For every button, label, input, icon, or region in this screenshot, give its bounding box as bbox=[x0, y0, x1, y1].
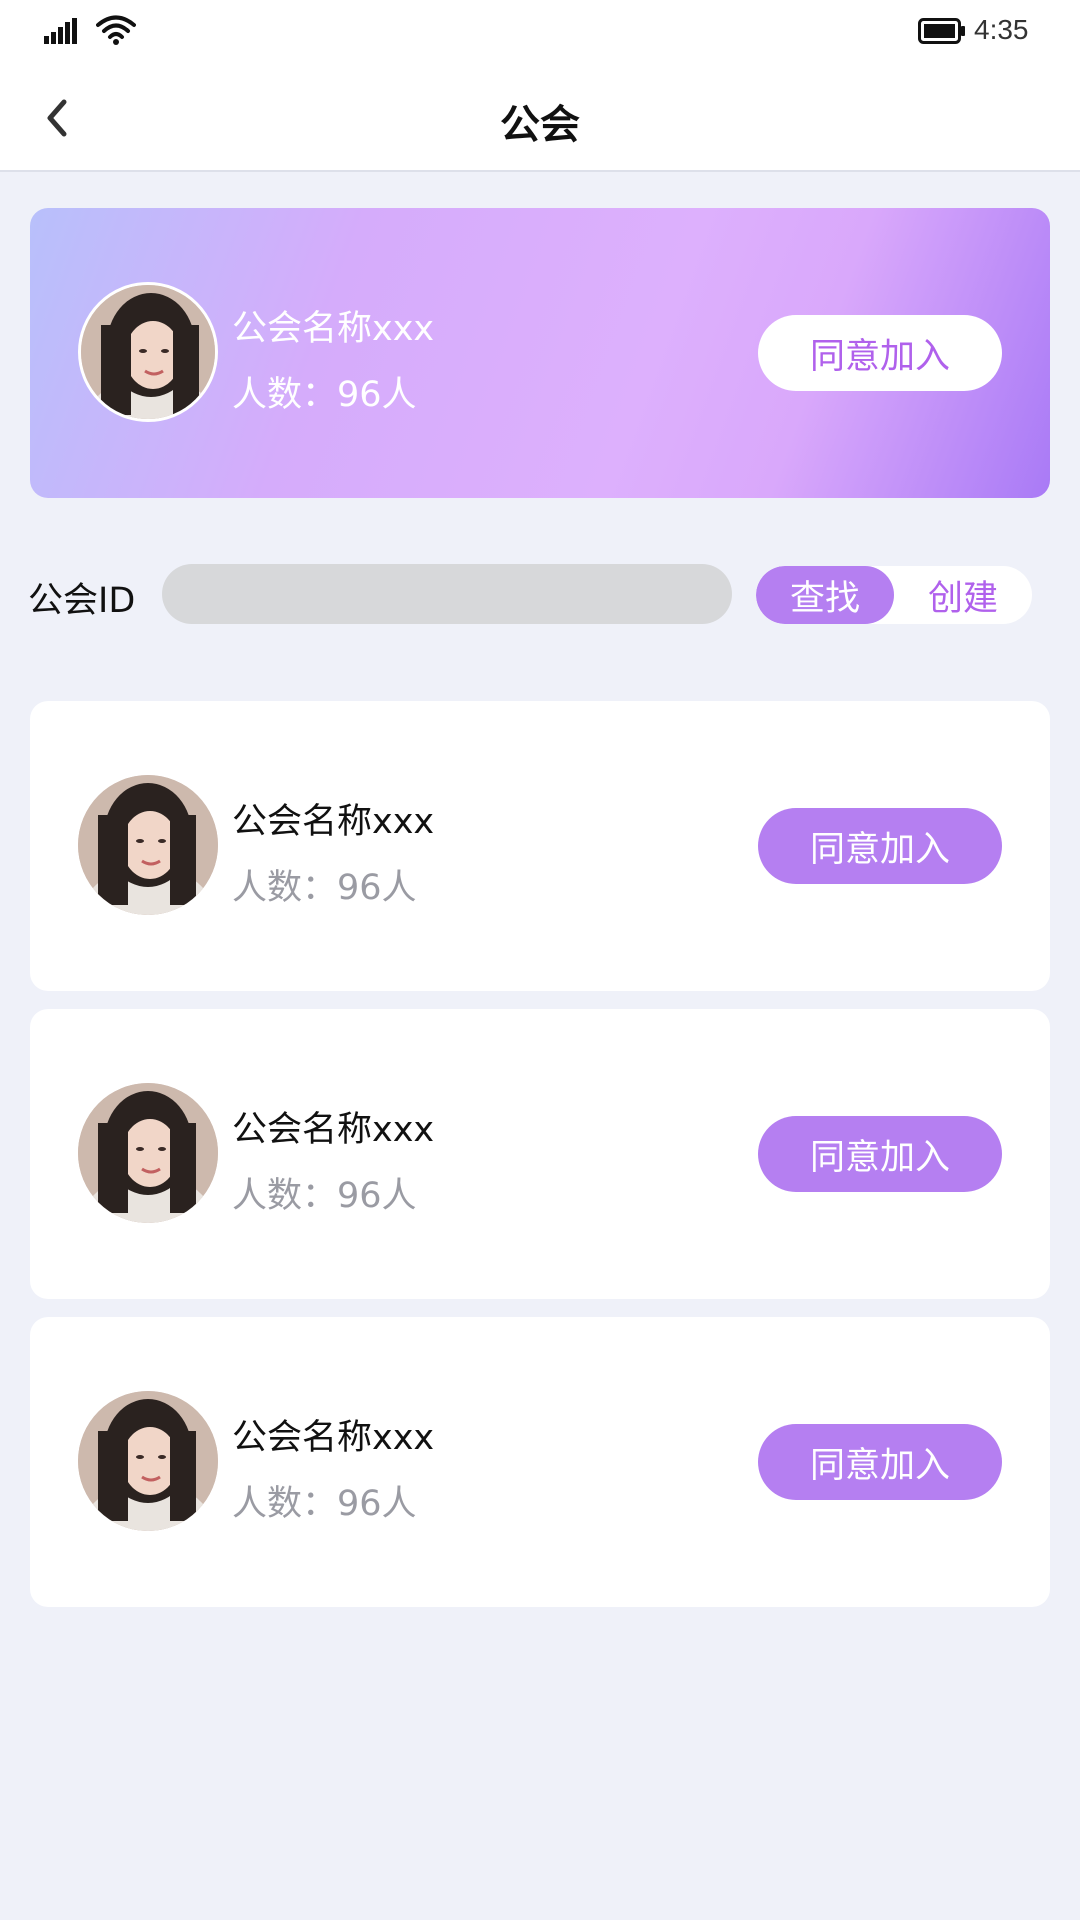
list-item: 公会名称xxx 人数：96人 同意加入 bbox=[30, 701, 1050, 991]
invite-card: 公会名称xxx 人数：96人 同意加入 bbox=[30, 208, 1050, 498]
search-button[interactable]: 查找 bbox=[756, 566, 894, 624]
create-button[interactable]: 创建 bbox=[894, 566, 1032, 624]
signal-icon bbox=[44, 18, 77, 44]
guild-name: 公会名称xxx bbox=[232, 802, 435, 842]
member-count: 人数：96人 bbox=[232, 375, 417, 415]
join-button[interactable]: 同意加入 bbox=[758, 808, 1002, 884]
guild-name: 公会名称xxx bbox=[232, 309, 435, 349]
status-bar: 4:35 bbox=[0, 0, 1080, 64]
member-count: 人数：96人 bbox=[232, 1176, 417, 1216]
page-title: 公会 bbox=[500, 102, 580, 148]
nav-bar: 公会 bbox=[0, 64, 1080, 172]
guild-name: 公会名称xxx bbox=[232, 1418, 435, 1458]
battery-icon bbox=[918, 18, 965, 44]
avatar bbox=[78, 282, 218, 422]
list-item: 公会名称xxx 人数：96人 同意加入 bbox=[30, 1009, 1050, 1299]
member-count: 人数：96人 bbox=[232, 1484, 417, 1524]
join-button[interactable]: 同意加入 bbox=[758, 1424, 1002, 1500]
list-item: 公会名称xxx 人数：96人 同意加入 bbox=[30, 1317, 1050, 1607]
avatar bbox=[78, 775, 218, 915]
search-row: 公会ID 查找 创建 bbox=[0, 560, 1080, 630]
wifi-icon bbox=[96, 15, 136, 45]
avatar bbox=[78, 1391, 218, 1531]
guild-id-label: 公会ID bbox=[28, 581, 136, 621]
action-segment: 查找 创建 bbox=[756, 566, 1032, 624]
member-count: 人数：96人 bbox=[232, 868, 417, 908]
guild-id-input[interactable] bbox=[162, 564, 732, 624]
join-button[interactable]: 同意加入 bbox=[758, 1116, 1002, 1192]
avatar bbox=[78, 1083, 218, 1223]
guild-name: 公会名称xxx bbox=[232, 1110, 435, 1150]
join-button[interactable]: 同意加入 bbox=[758, 315, 1002, 391]
status-time: 4:35 bbox=[974, 14, 1029, 45]
